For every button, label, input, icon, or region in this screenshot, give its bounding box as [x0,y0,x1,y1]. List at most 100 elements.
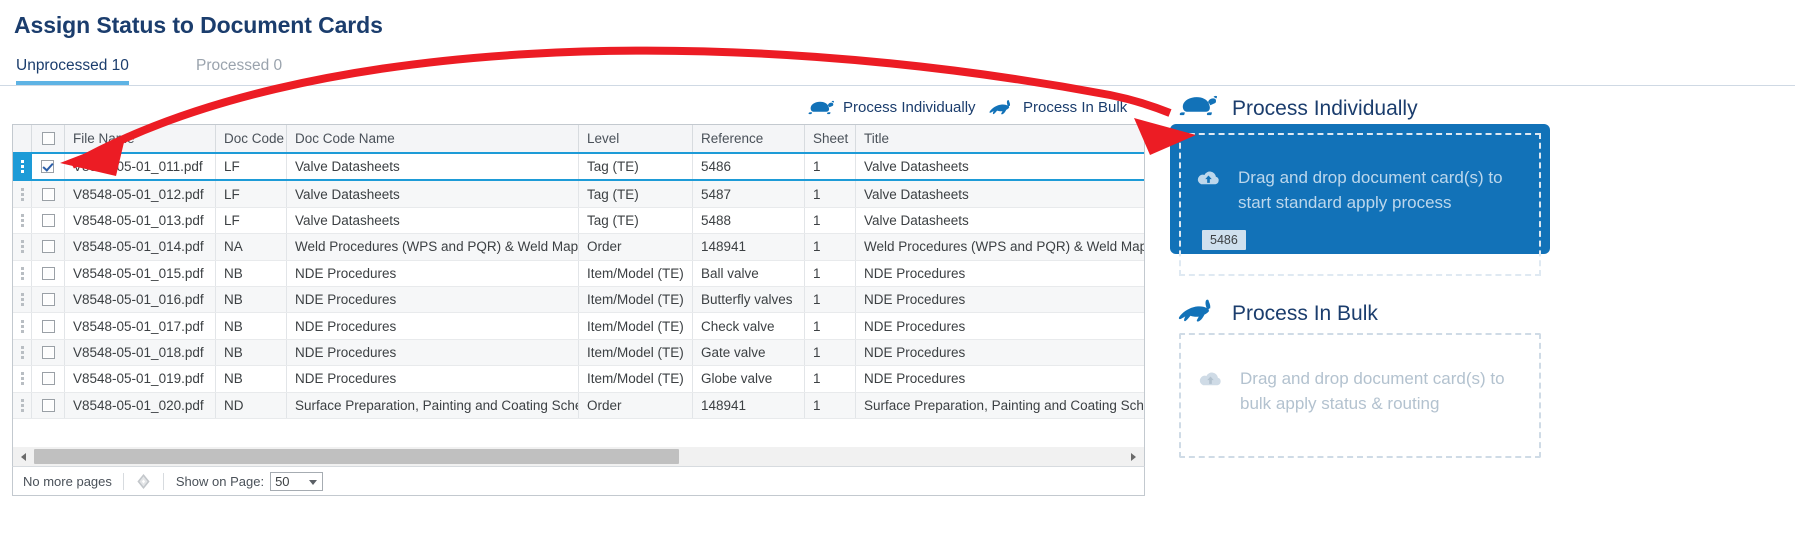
row-checkbox[interactable] [41,345,55,359]
row-checkbox[interactable] [41,398,55,412]
row-checkbox-wrap[interactable] [32,340,64,365]
cell-title: NDE Procedures [855,365,1144,393]
header-select-all[interactable] [31,125,65,154]
header-level[interactable]: Level [578,125,693,154]
cell-file-name: V8548-05-01_019.pdf [64,365,216,393]
table-row[interactable]: V8548-05-01_018.pdf NB NDE Procedures Item/… [13,339,1144,367]
cell-level: Tag (TE) [578,180,693,208]
cell-reference: 148941 [692,233,805,261]
grid-horizontal-scrollbar[interactable] [12,447,1145,466]
row-checkbox[interactable] [41,372,55,386]
page-size-select[interactable]: 50 [270,471,324,491]
row-checkbox[interactable] [41,240,55,254]
row-checkbox[interactable] [41,160,55,174]
table-row[interactable]: V8548-05-01_012.pdf LF Valve Datasheets Tag… [13,180,1144,208]
drag-handle-icon[interactable] [13,261,31,286]
row-select-cell[interactable] [31,339,65,367]
row-checkbox-wrap[interactable] [32,393,64,418]
table-row[interactable]: V8548-05-01_017.pdf NB NDE Procedures Item/… [13,312,1144,340]
header-file-name[interactable]: File Name [64,125,216,154]
row-select-cell[interactable] [31,286,65,314]
drag-handle-icon[interactable] [13,393,31,418]
row-checkbox-wrap[interactable] [32,234,64,259]
table-row[interactable]: V8548-05-01_016.pdf NB NDE Procedures Item/… [13,286,1144,314]
tab-unprocessed[interactable]: Unprocessed 10 [16,52,129,85]
drag-handle-icon[interactable] [13,366,31,391]
drag-handle-icon[interactable] [13,313,31,338]
header-row: File Name Doc Code Doc Code Name Level R… [13,125,1144,154]
row-select-cell[interactable] [31,233,65,261]
header-doc-code[interactable]: Doc Code [215,125,287,154]
row-select-cell[interactable] [31,365,65,393]
row-select-cell[interactable] [31,151,65,182]
header-title[interactable]: Title [855,125,1144,154]
row-select-cell[interactable] [31,260,65,287]
table-row[interactable]: V8548-05-01_011.pdf LF Valve Datasheets Tag… [13,151,1144,182]
scrollbar-thumb[interactable] [34,449,679,464]
document-cards-grid[interactable]: File Name Doc Code Doc Code Name Level R… [12,124,1145,447]
row-checkbox[interactable] [41,187,55,201]
row-checkbox[interactable] [41,213,55,227]
drag-handle-icon[interactable] [13,340,31,365]
dropzone-bulk[interactable]: Drag and drop document card(s) to bulk a… [1179,333,1541,458]
cell-doc-code: NB [215,312,287,340]
table-row[interactable]: V8548-05-01_015.pdf NB NDE Procedures Item/… [13,260,1144,287]
tab-processed[interactable]: Processed 0 [196,52,282,85]
row-select-cell[interactable] [31,392,65,419]
row-checkbox[interactable] [41,293,55,307]
row-drag-handle[interactable] [13,286,32,314]
table-row[interactable]: V8548-05-01_014.pdf NA Weld Procedures (WP… [13,233,1144,261]
dropzone-bulk-text: Drag and drop document card(s) to bulk a… [1240,369,1505,413]
row-drag-handle[interactable] [13,392,32,419]
row-drag-handle[interactable] [13,233,32,261]
table-row[interactable]: V8548-05-01_013.pdf LF Valve Datasheets Tag… [13,207,1144,235]
row-drag-handle[interactable] [13,339,32,367]
table-row[interactable]: V8548-05-01_020.pdf ND Surface Preparation… [13,392,1144,419]
row-checkbox-wrap[interactable] [32,181,64,206]
chevron-down-icon[interactable] [306,476,319,489]
drag-handle-icon[interactable] [13,155,32,178]
row-checkbox-wrap[interactable] [32,155,64,178]
cell-title: Surface Preparation, Painting and Coatin… [855,392,1144,419]
row-select-cell[interactable] [31,207,65,235]
table-row[interactable]: V8548-05-01_019.pdf NB NDE Procedures Item/… [13,365,1144,393]
cell-title: Valve Datasheets [855,180,1144,208]
row-select-cell[interactable] [31,312,65,340]
row-drag-handle[interactable] [13,151,32,182]
cell-reference: Check valve [692,312,805,340]
cell-doc-code-name: Valve Datasheets [286,180,579,208]
drag-handle-icon[interactable] [13,208,31,233]
row-checkbox[interactable] [41,319,55,333]
drag-handle-icon[interactable] [13,234,31,259]
select-all-checkbox[interactable] [41,132,55,145]
row-checkbox[interactable] [41,266,55,280]
row-checkbox-wrap[interactable] [32,313,64,338]
drag-handle-icon[interactable] [13,181,31,206]
row-select-cell[interactable] [31,180,65,208]
header-reference[interactable]: Reference [692,125,805,154]
cell-file-name: V8548-05-01_018.pdf [64,339,216,367]
scroll-right-arrow-icon[interactable] [1125,447,1142,466]
cell-sheet: 1 [804,312,856,340]
header-doc-code-name[interactable]: Doc Code Name [286,125,579,154]
toolbar-process-in-bulk[interactable]: Process In Bulk [988,93,1127,121]
refresh-icon[interactable] [124,473,163,489]
row-drag-handle[interactable] [13,180,32,208]
row-drag-handle[interactable] [13,207,32,235]
row-checkbox-wrap[interactable] [32,208,64,233]
row-drag-handle[interactable] [13,312,32,340]
scroll-left-arrow-icon[interactable] [15,447,32,466]
header-sheet[interactable]: Sheet [804,125,856,154]
panel-heading-individually: Process Individually [1176,93,1418,124]
drag-handle-icon[interactable] [13,287,31,312]
dropzone-individual[interactable]: Drag and drop document card(s) to start … [1170,124,1550,276]
select-all-checkbox-wrap[interactable] [32,125,64,152]
row-checkbox-wrap[interactable] [32,366,64,391]
dropped-card-chip[interactable]: 5486 [1202,230,1246,250]
row-drag-handle[interactable] [13,365,32,393]
row-checkbox-wrap[interactable] [32,261,64,286]
toolbar-process-individually[interactable]: Process Individually [806,93,976,121]
row-checkbox-wrap[interactable] [32,287,64,312]
row-drag-handle[interactable] [13,260,32,287]
cell-doc-code-name: NDE Procedures [286,339,579,367]
